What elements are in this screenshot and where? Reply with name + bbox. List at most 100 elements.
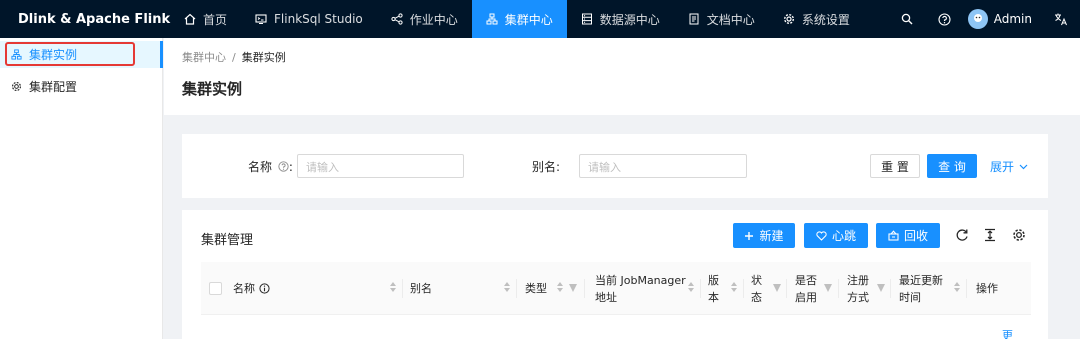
column-header-name[interactable]: 名称 (233, 262, 270, 315)
column-label: 状 态 (751, 273, 762, 304)
chevron-down-icon (1019, 164, 1028, 170)
sort-jobmanager-icon[interactable] (688, 282, 694, 292)
sort-updated-icon[interactable] (954, 282, 960, 292)
database-icon (581, 13, 593, 25)
column-label: 操作 (976, 282, 998, 295)
heartbeat-button[interactable]: 心跳 (804, 223, 868, 248)
breadcrumb-parent[interactable]: 集群中心 (182, 51, 226, 64)
filter-register-icon[interactable] (877, 284, 885, 292)
name-input[interactable]: 请输入 (297, 154, 464, 178)
page-title: 集群实例 (182, 80, 243, 98)
column-label: 注册 方式 (847, 273, 869, 304)
column-divider (966, 279, 967, 298)
cluster-icon (486, 13, 498, 25)
column-header-alias[interactable]: 别名 (410, 262, 432, 315)
language-switch-button[interactable] (1042, 0, 1080, 38)
column-label: 当前 JobManager 地址 (595, 273, 686, 304)
column-divider (743, 279, 744, 298)
column-header-type[interactable]: 类型 (525, 262, 547, 315)
app-logo[interactable]: Dlink & Apache Flink (0, 0, 170, 38)
header-search-button[interactable] (888, 0, 926, 38)
recycle-button[interactable]: 回收 (876, 223, 940, 248)
user-name: Admin (993, 12, 1032, 26)
column-divider (700, 279, 701, 298)
annotation-highlight-box (5, 42, 135, 66)
reset-button[interactable]: 重 置 (870, 154, 920, 178)
select-all-checkbox[interactable] (209, 282, 222, 295)
plus-icon (744, 231, 754, 241)
column-header-version[interactable]: 版 本 (708, 262, 719, 315)
sort-alias-icon[interactable] (504, 282, 510, 292)
nav-label: 系统设置 (801, 12, 850, 27)
top-header: Dlink & Apache Flink 首页 FlinkSql Studio … (0, 0, 1080, 38)
name-label-colon: : (288, 160, 293, 174)
header-tools: Admin (888, 0, 1080, 38)
filter-enabled-icon[interactable] (824, 284, 832, 292)
column-divider (402, 279, 403, 298)
nav-system-settings[interactable]: 系统设置 (769, 0, 864, 38)
sort-name-icon[interactable] (390, 282, 396, 292)
column-header-updated[interactable]: 最近更新 时间 (899, 262, 943, 315)
column-height-icon (985, 228, 995, 242)
nav-label: 首页 (203, 12, 228, 27)
user-menu[interactable]: Admin (964, 0, 1042, 38)
heartbeat-label: 心跳 (831, 229, 856, 243)
nav-datasource-center[interactable]: 数据源中心 (567, 0, 674, 38)
share-nodes-icon (391, 13, 403, 25)
heart-icon (816, 230, 827, 241)
recycle-icon (888, 230, 899, 241)
table-title: 集群管理 (201, 233, 254, 248)
column-header-jobmanager[interactable]: 当前 JobManager 地址 (595, 262, 686, 315)
nav-label: 数据源中心 (599, 12, 660, 27)
home-icon (184, 13, 196, 25)
expand-link[interactable]: 展开 (990, 158, 1029, 175)
reload-button[interactable] (953, 226, 971, 244)
page-header: 集群中心 / 集群实例 集群实例 (164, 38, 1080, 115)
filter-status-icon[interactable] (773, 284, 781, 292)
nav-label: 文档中心 (706, 12, 755, 27)
nav-cluster-center[interactable]: 集群中心 (471, 0, 567, 38)
sidebar-item-cluster-config[interactable]: 集群配置 (0, 73, 162, 100)
column-header-status[interactable]: 状 态 (751, 262, 762, 315)
column-divider (516, 279, 517, 298)
column-label: 类型 (525, 282, 547, 295)
nav-label: 集群中心 (504, 12, 553, 27)
gear-icon (783, 13, 795, 25)
column-header-enabled[interactable]: 是否 启用 (795, 262, 817, 315)
alias-field-label: 别名: (532, 160, 561, 174)
breadcrumb-separator: / (232, 51, 236, 64)
sidebar: 集群实例 集群配置 (0, 38, 163, 339)
info-circle-icon (259, 283, 270, 294)
breadcrumb-current: 集群实例 (241, 51, 286, 64)
column-divider (786, 279, 787, 298)
column-label: 是否 启用 (795, 273, 817, 304)
table-settings-button[interactable] (1010, 226, 1028, 244)
reload-icon (956, 229, 968, 241)
nav-label: FlinkSql Studio (274, 12, 363, 26)
nav-flinksql-studio[interactable]: FlinkSql Studio (241, 0, 377, 38)
sidebar-item-label: 集群配置 (29, 80, 78, 94)
nav-job-center[interactable]: 作业中心 (377, 0, 472, 38)
column-label: 别名 (410, 282, 432, 295)
app-name: Dlink & Apache Flink (18, 11, 171, 27)
more-link[interactable]: 更 (1002, 327, 1013, 339)
nav-home[interactable]: 首页 (170, 0, 241, 38)
sort-type-icon[interactable] (557, 282, 563, 292)
density-button[interactable] (981, 226, 999, 244)
nav-document-center[interactable]: 文档中心 (674, 0, 769, 38)
help-button[interactable] (926, 0, 964, 38)
column-divider (890, 279, 891, 298)
column-header-register[interactable]: 注册 方式 (847, 262, 869, 315)
alias-input[interactable]: 请输入 (579, 154, 747, 178)
question-circle-icon (938, 12, 951, 26)
breadcrumb: 集群中心 / 集群实例 (182, 49, 286, 65)
recycle-label: 回收 (903, 229, 928, 243)
filter-type-icon[interactable] (569, 284, 577, 292)
sort-version-icon[interactable] (731, 282, 737, 292)
name-field-label: 名称 : (248, 158, 293, 175)
nav-label: 作业中心 (409, 12, 458, 27)
column-header-actions: 操作 (976, 262, 998, 315)
new-label: 新建 (759, 229, 784, 243)
new-button[interactable]: 新建 (733, 223, 795, 248)
query-button[interactable]: 查 询 (927, 154, 977, 178)
